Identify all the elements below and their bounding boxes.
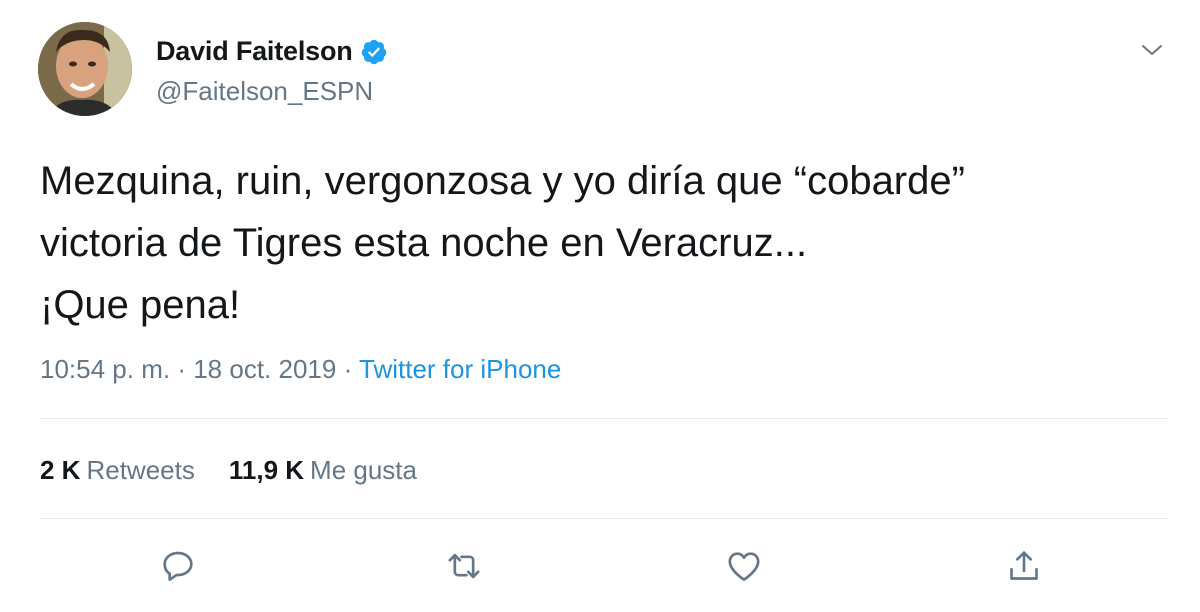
retweets-label: Retweets [86,455,195,485]
tweet-date[interactable]: 18 oct. 2019 [193,354,336,384]
chevron-down-icon[interactable] [1138,36,1166,64]
retweet-icon[interactable] [444,546,484,586]
tweet-card: David Faitelson @Faitelson_ESPN Mezquina… [0,0,1200,612]
retweets-stat[interactable]: 2 K Retweets [40,455,195,486]
meta-separator: · [177,354,186,384]
tweet-text: Mezquina, ruin, vergonzosa y yo diría qu… [40,150,1160,336]
tweet-stats: 2 K Retweets 11,9 K Me gusta [40,455,451,486]
avatar-photo [38,22,132,116]
author-handle[interactable]: @Faitelson_ESPN [156,76,373,107]
tweet-text-line: victoria de Tigres esta noche en Veracru… [40,221,808,265]
tweet-text-line: Mezquina, ruin, vergonzosa y yo diría qu… [40,159,965,203]
author-name-row[interactable]: David Faitelson [156,36,388,67]
reply-icon[interactable] [158,546,198,586]
tweet-text-line: ¡Que pena! [40,283,241,327]
divider [40,418,1168,419]
retweets-count: 2 K [40,455,81,485]
verified-badge-icon [360,38,388,66]
meta-separator: · [343,354,353,384]
avatar[interactable] [38,22,132,116]
likes-count: 11,9 K [228,455,305,485]
likes-stat[interactable]: 11,9 K Me gusta [229,455,417,486]
like-icon[interactable] [724,546,764,586]
divider [40,518,1168,519]
likes-label: Me gusta [310,455,417,485]
share-icon[interactable] [1004,546,1044,586]
author-display-name[interactable]: David Faitelson [156,36,353,67]
tweet-time[interactable]: 10:54 p. m. [40,354,170,384]
tweet-source-link[interactable]: Twitter for iPhone [359,354,561,384]
tweet-metadata: 10:54 p. m. · 18 oct. 2019 · Twitter for… [40,354,561,385]
